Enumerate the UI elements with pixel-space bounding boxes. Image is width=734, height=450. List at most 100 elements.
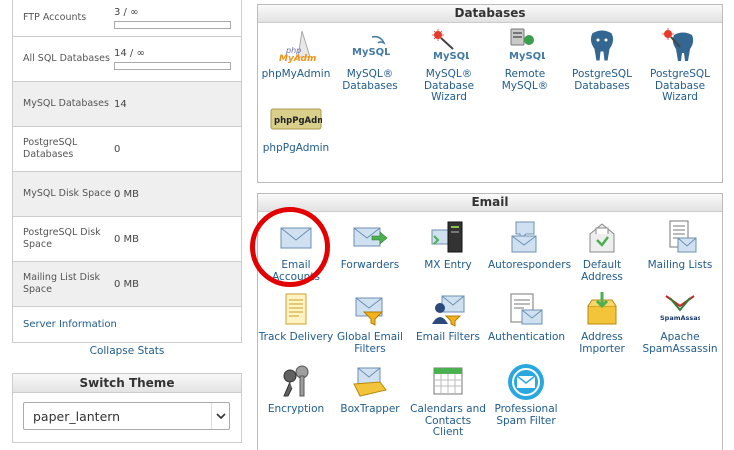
email-filters-label: Email Filters [416, 331, 480, 343]
theme-selected-value: paper_lantern [33, 408, 121, 424]
mysql-logo-text: MySQL [509, 51, 545, 62]
track-delivery-label: Track Delivery [258, 331, 334, 343]
usage-bar [114, 62, 231, 70]
address-importer-item[interactable]: Address Importer [564, 290, 640, 355]
professional-spam-filter-label: Professional Spam Filter [494, 403, 558, 427]
collapse-stats-link[interactable]: Collapse Stats [12, 345, 242, 357]
remote-mysql-label: Remote MySQL® [501, 68, 549, 92]
stat-value: 14 / ∞ [114, 48, 145, 59]
phpmyadmin-label: phpMyAdmin [261, 68, 331, 80]
calendar-icon [428, 362, 468, 402]
phppgadmin-icon: phpPgAdmin [270, 101, 335, 141]
phppgadmin-item[interactable]: phpPgAdmin phpPgAdmin [258, 101, 335, 155]
mailing-lists-label: Mailing Lists [647, 259, 713, 271]
spamassassin-logo-text: SpamAssassin [660, 314, 700, 322]
address-importer-label: Address Importer [579, 331, 625, 355]
switch-theme-title: Switch Theme [13, 374, 241, 393]
highlight-circle [250, 207, 330, 287]
boxtrapper-icon [350, 362, 390, 402]
stat-label: FTP Accounts [23, 11, 87, 23]
authentication-label: Authentication [488, 331, 566, 343]
track-delivery-icon [276, 290, 316, 330]
calendars-contacts-label: Calendars and Contacts Client [410, 403, 486, 438]
spamassassin-icon: SpamAssassin [660, 290, 713, 330]
stat-row-mysql-disk: MySQL Disk Space 0 MB [13, 171, 241, 216]
apache-spamassassin-item[interactable]: SpamAssassin Apache SpamAssassin [642, 290, 718, 355]
mysql-databases-item[interactable]: MySQL MySQL® Databases [332, 27, 408, 92]
mx-entry-label: MX Entry [424, 259, 472, 271]
stat-value: 0 MB [114, 278, 140, 290]
postgresql-wizard-icon [660, 27, 700, 67]
mx-entry-item[interactable]: MX Entry [410, 218, 486, 272]
stat-label: PostgreSQL Disk Space [23, 227, 101, 250]
stat-row-mailing-list-disk: Mailing List Disk Space 0 MB [13, 261, 241, 306]
stat-row-mysql-databases: MySQL Databases 14 [13, 81, 241, 126]
stat-row-postgresql-disk: PostgreSQL Disk Space 0 MB [13, 216, 241, 261]
boxtrapper-item[interactable]: BoxTrapper [332, 362, 408, 416]
postgresql-elephant-icon [582, 27, 622, 67]
stats-panel: FTP Accounts 3 / ∞ All SQL Databases 14 … [12, 0, 242, 343]
server-information-link[interactable]: Server Information [13, 306, 241, 342]
global-email-filters-label: Global Email Filters [337, 331, 403, 355]
postgresql-databases-label: PostgreSQL Databases [572, 68, 632, 92]
chevron-down-icon [211, 403, 229, 429]
encryption-label: Encryption [267, 403, 325, 415]
databases-title: Databases [258, 5, 722, 23]
authentication-icon [506, 290, 546, 330]
mailing-lists-item[interactable]: Mailing Lists [642, 218, 718, 272]
address-importer-icon [582, 290, 622, 330]
phpmyadmin-logo-myadmin: MyAdmin [279, 54, 316, 64]
mx-server-icon [428, 218, 468, 258]
stat-value: 3 / ∞ [114, 6, 139, 18]
usage-bar [114, 20, 231, 29]
remote-mysql-icon: MySQL [505, 27, 548, 67]
theme-select[interactable]: paper_lantern [23, 402, 230, 430]
stat-label: All SQL Databases [23, 53, 110, 64]
authentication-item[interactable]: Authentication [488, 290, 566, 344]
autoresponder-icon [506, 218, 546, 258]
mysql-databases-label: MySQL® Databases [342, 68, 398, 92]
mailing-list-icon [660, 218, 700, 258]
forwarders-label: Forwarders [340, 259, 400, 271]
stat-label: PostgreSQL Databases [23, 137, 78, 160]
professional-spam-filter-item[interactable]: Professional Spam Filter [488, 362, 564, 427]
mysql-logo-text: MySQL [352, 47, 390, 58]
spam-filter-icon [506, 362, 546, 402]
switch-theme-panel: Switch Theme paper_lantern [12, 373, 242, 443]
phppgadmin-label: phpPgAdmin [262, 142, 330, 154]
remote-mysql-item[interactable]: MySQL Remote MySQL® [487, 27, 563, 92]
stat-row-postgresql-databases: PostgreSQL Databases 0 [13, 126, 241, 171]
stat-value: 0 [114, 143, 121, 155]
boxtrapper-label: BoxTrapper [340, 403, 400, 415]
databases-group: Databases php MyAdmin phpMyAdmin MySQL M… [257, 4, 723, 183]
stat-label: MySQL Disk Space [23, 188, 112, 199]
calendars-contacts-item[interactable]: Calendars and Contacts Client [410, 362, 486, 439]
stat-value: 0 MB [114, 233, 140, 245]
mysql-database-wizard-item[interactable]: MySQL MySQL® Database Wizard [411, 27, 487, 104]
email-filters-item[interactable]: Email Filters [410, 290, 486, 344]
mysql-dolphin-icon: MySQL [350, 27, 391, 67]
autoresponders-item[interactable]: Autoresponders [488, 218, 572, 272]
postgresql-databases-item[interactable]: PostgreSQL Databases [564, 27, 640, 92]
phpmyadmin-item[interactable]: php MyAdmin phpMyAdmin [258, 27, 334, 81]
stat-value: 14 [114, 98, 127, 110]
default-address-icon [582, 218, 622, 258]
postgresql-database-wizard-item[interactable]: PostgreSQL Database Wizard [642, 27, 718, 104]
apache-spamassassin-label: Apache SpamAssassin [642, 331, 718, 355]
phppgadmin-logo-text: phpPgAdmin [274, 116, 322, 126]
stat-value: 0 MB [114, 188, 140, 200]
encryption-item[interactable]: Encryption [258, 362, 334, 416]
global-email-filters-item[interactable]: Global Email Filters [332, 290, 408, 355]
stat-label: Mailing List Disk Space [23, 272, 101, 295]
stat-label: MySQL Databases [23, 98, 109, 109]
default-address-item[interactable]: Default Address [564, 218, 640, 283]
forwarders-item[interactable]: Forwarders [332, 218, 408, 272]
forward-envelope-icon [350, 218, 390, 258]
global-filter-icon [350, 290, 390, 330]
email-title: Email [258, 194, 722, 212]
autoresponders-label: Autoresponders [488, 259, 572, 271]
default-address-label: Default Address [581, 259, 623, 283]
stat-row-all-sql: All SQL Databases 14 / ∞ [13, 36, 241, 81]
mysql-database-wizard-label: MySQL® Database Wizard [423, 68, 475, 103]
track-delivery-item[interactable]: Track Delivery [258, 290, 334, 344]
